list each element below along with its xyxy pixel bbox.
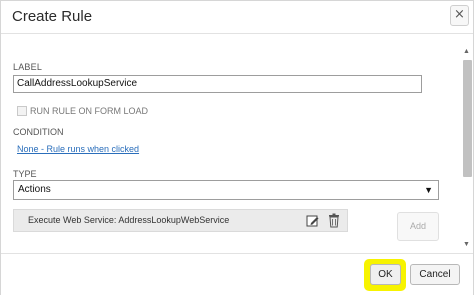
dialog-body: LABEL CallAddressLookupService RUN RULE … — [1, 35, 473, 253]
dialog-title: Create Rule — [12, 8, 93, 25]
run-rule-checkbox[interactable] — [17, 106, 27, 116]
type-caption: TYPE — [13, 169, 37, 179]
run-rule-label: RUN RULE ON FORM LOAD — [30, 106, 149, 116]
action-row[interactable]: Execute Web Service: AddressLookupWebSer… — [13, 209, 348, 232]
type-select[interactable]: Actions ▼ — [13, 180, 439, 200]
scroll-down-icon[interactable]: ▼ — [463, 241, 470, 248]
chevron-down-icon: ▼ — [424, 185, 433, 195]
label-caption: LABEL — [13, 62, 43, 72]
edit-icon[interactable] — [306, 214, 320, 228]
close-button[interactable]: × — [450, 5, 469, 26]
scroll-thumb[interactable] — [463, 60, 472, 177]
condition-caption: CONDITION — [13, 127, 64, 137]
action-text: Execute Web Service: AddressLookupWebSer… — [28, 215, 230, 225]
trash-icon[interactable] — [327, 213, 341, 228]
scroll-up-icon[interactable]: ▲ — [463, 48, 470, 55]
dialog-header: Create Rule × — [1, 1, 473, 34]
type-selected-value: Actions — [18, 184, 51, 195]
ok-button[interactable]: OK — [370, 264, 401, 285]
vertical-scrollbar[interactable]: ▲ ▼ — [461, 48, 473, 253]
cancel-button[interactable]: Cancel — [410, 264, 460, 285]
condition-link[interactable]: None - Rule runs when clicked — [17, 144, 139, 154]
add-action-button[interactable]: Add — [397, 212, 439, 241]
run-rule-on-load-option[interactable]: RUN RULE ON FORM LOAD — [17, 105, 148, 117]
create-rule-dialog: Create Rule × LABEL CallAddressLookupSer… — [0, 0, 474, 295]
label-input[interactable]: CallAddressLookupService — [13, 75, 422, 93]
